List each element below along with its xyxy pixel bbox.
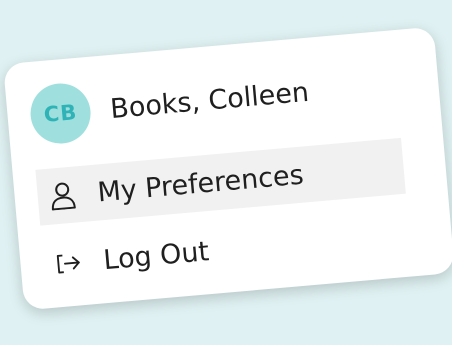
avatar: CB (28, 80, 94, 146)
user-name: Books, Colleen (109, 76, 311, 125)
user-menu-card: CB Books, Colleen My Preferences Log Out (3, 26, 452, 311)
logout-icon (55, 249, 83, 277)
menu-item-log-out[interactable]: Log Out (42, 209, 412, 291)
avatar-initials: CB (42, 100, 79, 127)
menu-item-label: My Preferences (96, 159, 305, 208)
menu-item-label: Log Out (102, 235, 211, 276)
menu-item-my-preferences[interactable]: My Preferences (35, 137, 406, 226)
user-header: CB Books, Colleen (28, 62, 311, 146)
person-icon (49, 182, 77, 211)
